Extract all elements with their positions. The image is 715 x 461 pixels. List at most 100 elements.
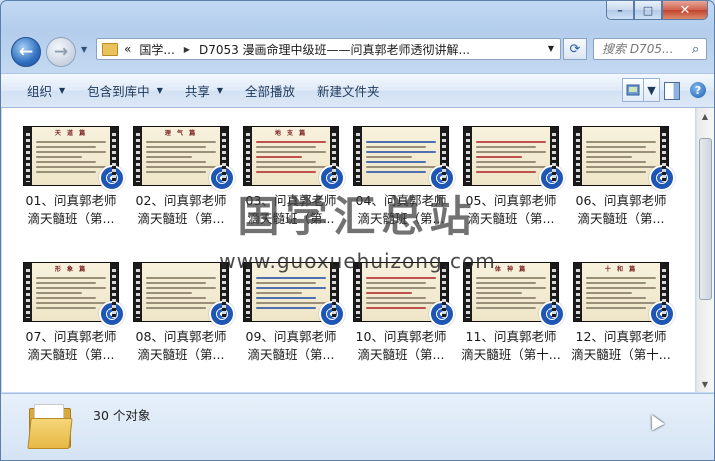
file-item[interactable]: 十 和 篇 12、问真郭老师 滴天髓班（第十... [566, 262, 676, 364]
thumbnail-heading: 天 道 篇 [54, 130, 88, 137]
thumbnail-text-line [586, 156, 632, 158]
preview-pane-button[interactable] [664, 82, 680, 100]
new-folder-button[interactable]: 新建文件夹 [317, 81, 380, 100]
thumbnail-text-line [36, 297, 96, 299]
thumbnail-text-line [366, 156, 412, 158]
file-grid: 天 道 篇 01、问真郭老师 滴天髓班（第... 理 气 篇 02、问真郭老师 滴天髓班（… [16, 126, 676, 364]
thumbnail-heading: 地 支 篇 [274, 130, 308, 137]
scroll-down-button[interactable]: ▼ [697, 376, 713, 392]
thumbnail-text-line [256, 141, 326, 143]
share-menu[interactable]: 共享 ▼ [185, 81, 223, 100]
thumbnail-text-line [256, 302, 326, 304]
thumbnail-text-line [36, 307, 96, 309]
file-name-line2: 滴天髓班（第... [247, 347, 335, 362]
thumbnail-heading [366, 130, 436, 138]
thumbnail-text-line [36, 282, 96, 284]
chevron-down-icon: ▼ [59, 86, 66, 95]
thumbnail-text-line [146, 277, 216, 279]
thumbnail-text-line [36, 141, 106, 143]
organize-menu[interactable]: 组织 ▼ [27, 81, 65, 100]
breadcrumb-item-guoxue[interactable]: 国学... [139, 41, 174, 58]
back-button[interactable]: ← [11, 37, 41, 67]
file-name-line1: 07、问真郭老师 [25, 329, 117, 344]
forward-button[interactable]: → [46, 37, 76, 67]
minimize-button[interactable]: – [606, 1, 634, 20]
recent-pages-dropdown[interactable]: ▼ [81, 45, 87, 54]
file-item[interactable]: 08、问真郭老师 滴天髓班（第... [126, 262, 236, 364]
search-icon[interactable]: ⌕ [692, 42, 699, 57]
film-reel-icon [539, 301, 565, 327]
file-name: 10、问真郭老师 滴天髓班（第... [347, 328, 455, 364]
thumbnail-text-line [256, 161, 316, 163]
file-item[interactable]: 09、问真郭老师 滴天髓班（第... [236, 262, 346, 364]
thumbnail-text-line [476, 171, 536, 173]
video-thumbnail [573, 126, 675, 191]
film-reel-icon [99, 301, 125, 327]
address-bar[interactable]: « 国学... ▶ D7053 漫画命理中级班——问真郭老师透彻讲解... ▼ [96, 38, 561, 60]
thumbnail-text-line [146, 302, 216, 304]
thumbnail-text-line [476, 297, 536, 299]
thumbnail-text-line [586, 146, 646, 148]
play-all-label: 全部播放 [245, 84, 296, 99]
refresh-button[interactable]: ⟳ [563, 38, 587, 60]
view-icon [626, 84, 640, 96]
thumbnail-text-line [586, 141, 656, 143]
breadcrumb-overflow[interactable]: « [124, 42, 131, 56]
thumbnail-text-line [366, 277, 436, 279]
file-item[interactable]: 体 神 篇 11、问真郭老师 滴天髓班（第十... [456, 262, 566, 364]
film-reel-icon [429, 301, 455, 327]
thumbnail-text-line [476, 166, 546, 168]
thumbnail-text-line [366, 287, 436, 289]
thumbnail-text-line [366, 141, 436, 143]
thumbnail-text-line [146, 307, 206, 309]
thumbnail-text-line [476, 287, 546, 289]
include-in-library-menu[interactable]: 包含到库中 ▼ [87, 81, 163, 100]
video-thumbnail: 地 支 篇 [243, 126, 345, 191]
thumbnail-text-line [476, 156, 522, 158]
file-item[interactable]: 10、问真郭老师 滴天髓班（第... [346, 262, 456, 364]
thumbnail-heading [476, 130, 546, 138]
thumbnail-text-line [256, 171, 316, 173]
maximize-button[interactable]: □ [634, 1, 662, 20]
thumbnail-text-line [36, 156, 82, 158]
breadcrumb-separator-icon[interactable]: ▶ [184, 45, 190, 54]
file-item[interactable]: 形 象 篇 07、问真郭老师 滴天髓班（第... [16, 262, 126, 364]
thumbnail-heading [586, 130, 656, 138]
thumbnail-text-line [366, 146, 426, 148]
view-options-dropdown[interactable]: ▼ [644, 78, 660, 102]
thumbnail-heading: 理 气 篇 [164, 130, 198, 137]
help-button[interactable]: ? [690, 82, 706, 98]
close-button[interactable]: ✕ [662, 1, 708, 20]
thumbnail-text-line [36, 292, 82, 294]
thumbnail-text-line [476, 151, 546, 153]
thumbnail-text-line [36, 302, 106, 304]
thumbnail-text-line [366, 297, 426, 299]
thumbnail-text-line [366, 151, 436, 153]
search-input[interactable] [600, 41, 692, 57]
thumbnail-text-line [366, 282, 426, 284]
thumbnail-text-line [586, 292, 632, 294]
share-label: 共享 [184, 84, 210, 99]
file-name-line1: 11、问真郭老师 [465, 329, 557, 344]
video-thumbnail [353, 126, 455, 191]
thumbnail-text-line [36, 171, 96, 173]
file-name-line1: 08、问真郭老师 [135, 329, 227, 344]
thumbnail-text-line [146, 166, 216, 168]
thumbnail-text-line [146, 297, 206, 299]
thumbnail-text-line [366, 307, 426, 309]
thumbnail-text-line [366, 171, 426, 173]
thumbnail-text-line [476, 277, 546, 279]
address-dropdown[interactable]: ▼ [548, 44, 554, 53]
thumbnail-text-line [256, 151, 326, 153]
change-view-button[interactable] [622, 78, 644, 102]
thumbnail-text-line [256, 292, 302, 294]
thumbnail-text-line [476, 161, 536, 163]
breadcrumb-item-current[interactable]: D7053 漫画命理中级班——问真郭老师透彻讲解... [199, 41, 470, 58]
folder-icon [102, 42, 118, 56]
scroll-up-button[interactable]: ▲ [697, 108, 713, 124]
play-all-button[interactable]: 全部播放 [245, 81, 295, 100]
search-box[interactable]: ⌕ [593, 38, 707, 60]
thumbnail-text-line [476, 307, 536, 309]
thumbnail-text-line [36, 146, 96, 148]
details-pane: 30 个对象 [1, 393, 714, 460]
